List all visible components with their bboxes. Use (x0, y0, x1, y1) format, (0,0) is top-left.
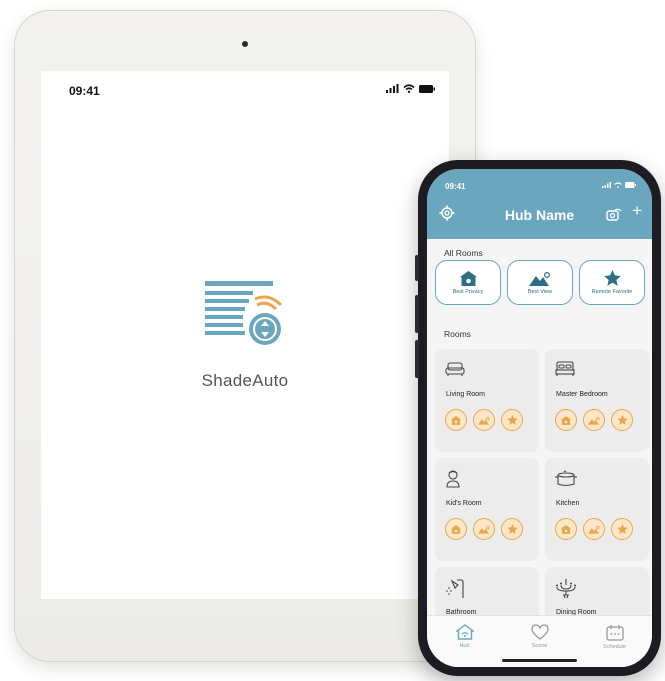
pot-icon (555, 470, 577, 487)
house-icon (451, 415, 461, 425)
star-icon (616, 524, 628, 534)
add-button[interactable]: + (632, 202, 642, 219)
scene-label: Best Privacy (452, 288, 484, 295)
privacy-button[interactable] (555, 409, 577, 431)
home-indicator (502, 659, 577, 662)
star-icon (506, 524, 518, 534)
hub-device-icon[interactable] (606, 207, 622, 221)
view-button[interactable] (583, 518, 605, 540)
signal-icon (386, 84, 399, 93)
chandelier-icon (556, 579, 576, 599)
rooms-heading: Rooms (444, 329, 471, 339)
tab-label: Hub (459, 643, 470, 649)
favorite-button[interactable] (501, 518, 523, 540)
phone-status-icons (602, 182, 636, 188)
scene-label: Remote Favorite (591, 289, 633, 295)
tablet-camera (242, 41, 248, 47)
room-name: Living Room (446, 391, 485, 398)
mountain-icon (588, 416, 600, 425)
mountain-icon (478, 525, 490, 534)
all-rooms-scenes: Best Privacy Best View Remote Favorite (435, 260, 645, 305)
calendar-icon (605, 625, 624, 641)
tab-schedule[interactable]: Schedule (585, 624, 645, 650)
wifi-icon (614, 182, 622, 188)
tab-scene[interactable]: Scene (510, 624, 570, 649)
view-button[interactable] (583, 409, 605, 431)
room-name: Kitchen (556, 500, 580, 507)
favorite-button[interactable] (611, 518, 633, 540)
battery-icon (419, 84, 435, 93)
phone-status-time: 09:41 (445, 182, 466, 191)
phone-side-button (415, 340, 419, 378)
bed-icon (555, 361, 575, 376)
signal-icon (602, 182, 611, 188)
phone-side-button (415, 295, 419, 333)
room-actions (555, 409, 633, 431)
phone-side-button (415, 255, 419, 281)
star-icon (506, 415, 518, 425)
house-icon (459, 270, 477, 286)
privacy-button[interactable] (445, 409, 467, 431)
sofa-icon (445, 362, 465, 376)
tab-hub[interactable]: Hub (435, 624, 495, 649)
all-rooms-heading: All Rooms (444, 248, 483, 258)
favorite-button[interactable] (501, 409, 523, 431)
star-icon (603, 270, 621, 286)
house-icon (561, 524, 571, 534)
house-icon (561, 415, 571, 425)
scene-remote-favorite-button[interactable]: Remote Favorite (579, 260, 645, 305)
room-name: Master Bedroom (556, 391, 608, 398)
heart-icon (530, 624, 549, 640)
tab-label: Schedule (603, 644, 626, 650)
mountain-icon (529, 271, 551, 286)
battery-icon (625, 182, 636, 188)
room-card-kitchen[interactable]: Kitchen (545, 458, 649, 561)
star-icon (616, 415, 628, 425)
favorite-button[interactable] (611, 409, 633, 431)
view-button[interactable] (473, 409, 495, 431)
privacy-button[interactable] (555, 518, 577, 540)
scene-label: Best View (527, 288, 553, 295)
room-actions (555, 518, 633, 540)
room-card-living-room[interactable]: Living Room (435, 349, 539, 452)
room-actions (445, 518, 523, 540)
scene-best-view-button[interactable]: Best View (507, 260, 573, 305)
room-actions (445, 409, 523, 431)
tablet-device: 09:41 ShadeAuto (14, 10, 476, 662)
privacy-button[interactable] (445, 518, 467, 540)
tablet-status-icons (386, 84, 435, 93)
shower-icon (446, 579, 464, 598)
brand-name: ShadeAuto (201, 371, 289, 390)
tablet-status-time: 09:41 (69, 84, 100, 98)
hub-icon (455, 624, 474, 640)
room-name: Kid's Room (446, 500, 482, 507)
tablet-screen: 09:41 ShadeAuto (41, 71, 449, 599)
app-header: 09:41 Hub Name + (427, 169, 652, 239)
child-icon (446, 470, 460, 488)
phone-device: 09:41 Hub Name + All Rooms Best Privacy … (415, 160, 661, 676)
scene-best-privacy-button[interactable]: Best Privacy (435, 260, 501, 305)
shadeauto-logo-icon (205, 281, 283, 345)
mountain-icon (588, 525, 600, 534)
view-button[interactable] (473, 518, 495, 540)
wifi-icon (403, 84, 415, 93)
tab-label: Scene (531, 643, 548, 649)
room-card-master-bedroom[interactable]: Master Bedroom (545, 349, 649, 452)
house-icon (451, 524, 461, 534)
phone-screen: 09:41 Hub Name + All Rooms Best Privacy … (427, 169, 652, 667)
mountain-icon (478, 416, 490, 425)
room-card-kids-room[interactable]: Kid's Room (435, 458, 539, 561)
